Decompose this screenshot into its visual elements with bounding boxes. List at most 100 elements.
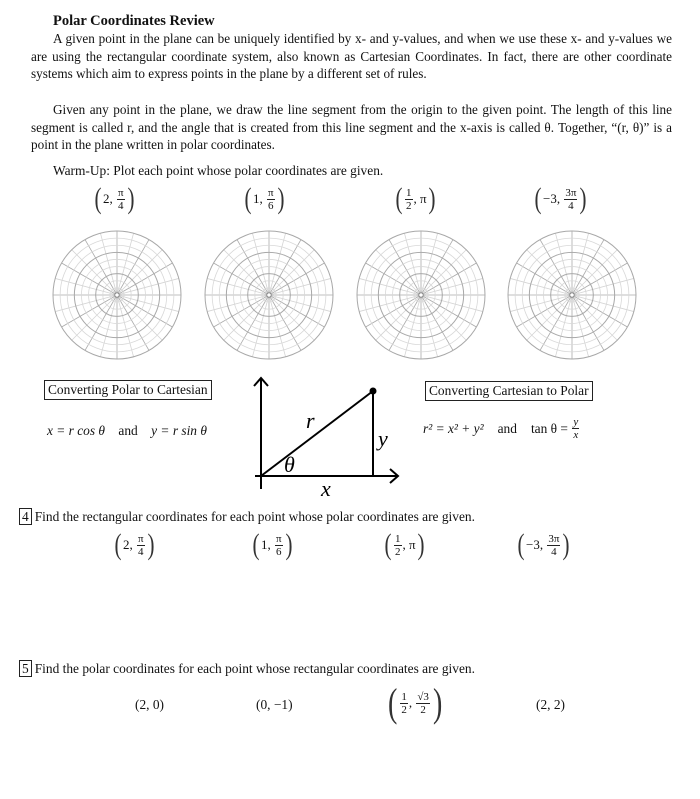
grid-spoke <box>555 294 573 357</box>
frac-den: 4 <box>118 199 124 212</box>
frac-num: 1 <box>405 186 413 200</box>
coord-r: −3 <box>543 191 557 206</box>
polar-grid-1[interactable] <box>52 230 182 360</box>
problem-4-point-2: (1, π 6) <box>252 528 293 561</box>
grid-origin <box>569 292 575 298</box>
formula-x: x = r cos θ <box>47 423 106 438</box>
grid-spoke <box>100 233 118 296</box>
point-marker <box>369 387 377 395</box>
warmup-point-3: (1 2, π) <box>395 182 436 215</box>
paren-right: ) <box>277 182 285 215</box>
frac-den: 4 <box>551 545 557 558</box>
coord-theta: π <box>409 537 416 552</box>
paren-right: ) <box>127 182 135 215</box>
coord-r: 2 <box>103 191 110 206</box>
problem-number-badge: 4 <box>19 508 32 525</box>
paren-right: ) <box>432 680 443 725</box>
coord-r: −3 <box>526 537 540 552</box>
warmup-point-1: (2, π 4) <box>94 182 135 215</box>
problem-number-badge: 5 <box>19 660 32 677</box>
grid-spoke <box>420 278 483 296</box>
frac-den: 4 <box>568 199 574 212</box>
formula-y: y = r sin θ <box>151 423 207 438</box>
coord-theta-fraction: π6 <box>267 187 275 212</box>
paren-left: ( <box>534 182 542 215</box>
grid-spoke <box>404 294 422 357</box>
grid-spoke <box>571 233 589 296</box>
frac-den: 2 <box>420 703 426 716</box>
frac-num: √3 <box>416 690 430 704</box>
frac-num: y <box>572 416 580 429</box>
radius-segment <box>260 390 374 477</box>
coord-y-fraction: √3 2 <box>416 691 430 716</box>
grid-spoke <box>116 294 134 357</box>
formula-and: and <box>118 423 138 438</box>
frac-den: 2 <box>406 199 412 212</box>
frac-num: 1 <box>394 532 402 546</box>
intro-paragraph-2: Given any point in the plane, we draw th… <box>31 101 672 154</box>
grid-spoke <box>268 278 331 296</box>
intro-paragraph-2-text: Given any point in the plane, we draw th… <box>31 102 672 153</box>
paren-right: ) <box>417 528 425 561</box>
grid-spoke <box>252 294 270 357</box>
grid-spoke <box>268 294 331 312</box>
problem-4-instruction: 4 Find the rectangular coordinates for ea… <box>19 508 475 525</box>
paren-right: ) <box>285 528 293 561</box>
problem-5-point-4: (2, 2) <box>536 697 566 712</box>
formula-tan-fraction: yx <box>572 416 580 441</box>
grid-spoke <box>116 233 134 296</box>
grid-spoke <box>571 294 634 312</box>
intro-paragraph-1: A given point in the plane can be unique… <box>31 30 672 83</box>
polar-grid-3[interactable] <box>356 230 486 360</box>
paren-right: ) <box>579 182 587 215</box>
problem-4-point-4: (−3, 3π 4) <box>517 528 570 561</box>
label-y: y <box>376 426 388 451</box>
coord-theta-fraction: π4 <box>117 187 125 212</box>
frac-den: 4 <box>138 545 144 558</box>
polar-grids <box>52 230 637 360</box>
paren-left: ( <box>517 528 525 561</box>
warmup-instruction: Warm-Up: Plot each point whose polar coo… <box>53 163 384 178</box>
coord-x-fraction: 12 <box>400 691 408 716</box>
grid-origin <box>418 292 424 298</box>
grid-spoke <box>55 278 118 296</box>
polar-to-cartesian-label: Converting Polar to Cartesian <box>44 380 212 400</box>
grid-spoke <box>359 294 422 312</box>
polar-grid-4[interactable] <box>507 230 637 360</box>
problem-5-point-2: (0, −1) <box>256 697 293 712</box>
intro-paragraph-1-text: A given point in the plane can be unique… <box>31 31 672 82</box>
grid-spoke <box>100 294 118 357</box>
polar-grid-2[interactable] <box>204 230 334 360</box>
grid-spoke <box>207 278 270 296</box>
formula-tan: tan θ = <box>530 420 568 436</box>
grid-spoke <box>116 278 179 296</box>
formula-and: and <box>497 420 517 436</box>
grid-spoke <box>404 233 422 296</box>
label-theta: θ <box>284 452 295 477</box>
coord-theta-fraction: 3π 4 <box>564 187 578 212</box>
paren-left: ( <box>387 680 398 725</box>
grid-spoke <box>268 233 286 296</box>
polar-triangle-diagram: r θ y x <box>253 376 400 499</box>
problem-4-point-1: (2, π 4) <box>114 528 155 561</box>
coord-theta-fraction: π6 <box>275 533 283 558</box>
coord-theta-fraction: 3π 4 <box>547 533 561 558</box>
paren-left: ( <box>244 182 252 215</box>
problem-4-point-3: (1 2, π) <box>384 528 425 561</box>
coord-r-fraction: 12 <box>405 187 413 212</box>
grid-spoke <box>510 294 573 312</box>
grid-spoke <box>420 294 483 312</box>
frac-num: π <box>275 532 283 546</box>
grid-spoke <box>420 233 438 296</box>
paren-left: ( <box>94 182 102 215</box>
warmup-point-4: (−3, 3π 4) <box>534 182 587 215</box>
polar-to-cartesian-formula: x = r cos θ and y = r sin θ <box>47 423 207 439</box>
grid-spoke <box>571 294 589 357</box>
grid-spoke <box>268 294 286 357</box>
frac-den: 6 <box>268 199 274 212</box>
grid-origin <box>266 292 272 298</box>
cartesian-to-polar-label: Converting Cartesian to Polar <box>425 381 593 401</box>
coord-theta-fraction: π4 <box>137 533 145 558</box>
label-r: r <box>306 408 315 433</box>
problem-4-text: Find the rectangular coordinates for eac… <box>34 509 475 524</box>
